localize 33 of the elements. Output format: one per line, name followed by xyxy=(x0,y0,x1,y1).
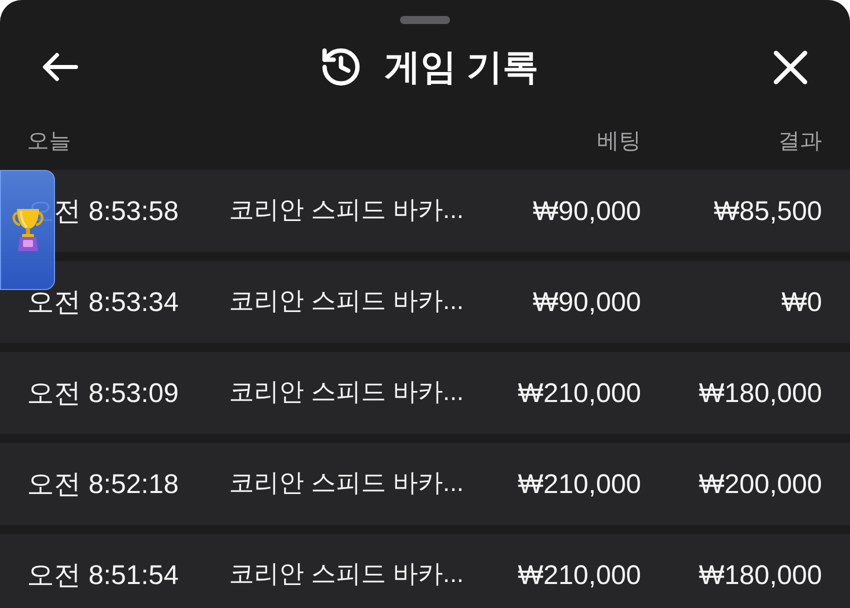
history-row[interactable]: 오전 8:51:54 코리안 스피드 바카... ₩210,000 ₩180,000 xyxy=(0,534,850,608)
back-button[interactable] xyxy=(42,52,78,82)
time-cell-text: 오전 8:53:34 xyxy=(27,286,179,319)
time-cell-text: 오전 8:51:54 xyxy=(27,558,179,592)
drag-handle[interactable] xyxy=(400,16,450,24)
column-header: 오늘 xyxy=(27,126,71,154)
bet-amount-cell-text: ₩90,000 xyxy=(532,286,641,319)
time-cell-text: 오전 8:53:09 xyxy=(27,376,179,410)
bet-amount-cell-text: ₩210,000 xyxy=(518,468,641,501)
game-name-cell-text: 코리안 스피드 바카... xyxy=(229,468,464,500)
result-amount-cell-text: ₩0 xyxy=(782,286,822,319)
time-cell-text: 오전 8:52:18 xyxy=(27,468,179,501)
result-amount-cell-text: ₩180,000 xyxy=(698,558,822,592)
bet-amount-cell-text: ₩210,000 xyxy=(518,376,641,410)
game-name-cell-text: 코리안 스피드 바카... xyxy=(229,559,464,590)
history-icon xyxy=(322,48,360,86)
history-row[interactable]: 오전 8:53:09 코리안 스피드 바카... ₩210,000 ₩180,000 xyxy=(0,352,850,434)
history-row[interactable]: 오전 8:53:34 코리안 스피드 바카... ₩90,000 ₩0 xyxy=(0,261,850,343)
game-name-cell-text: 코리안 스피드 바카... xyxy=(229,286,464,318)
game-name-cell-text: 코리안 스피드 바카... xyxy=(229,195,464,226)
column-header: 결과 xyxy=(778,126,822,154)
column-header: 베팅 xyxy=(597,126,641,154)
bet-amount-cell-text: ₩210,000 xyxy=(518,558,641,592)
result-amount-cell-text: ₩85,500 xyxy=(714,194,822,228)
game-name-cell-text: 코리안 스피드 바카... xyxy=(229,377,464,408)
bet-amount-cell-text: ₩90,000 xyxy=(532,194,641,228)
sheet-title: 게임 기록 xyxy=(384,49,538,85)
close-icon xyxy=(772,50,808,84)
result-amount-cell-text: ₩180,000 xyxy=(698,376,822,410)
arrow-left-icon xyxy=(42,52,78,82)
history-row[interactable]: 오전 8:52:18 코리안 스피드 바카... ₩210,000 ₩200,000 xyxy=(0,443,850,525)
result-amount-cell-text: ₩200,000 xyxy=(698,468,822,501)
close-button[interactable] xyxy=(772,50,808,84)
